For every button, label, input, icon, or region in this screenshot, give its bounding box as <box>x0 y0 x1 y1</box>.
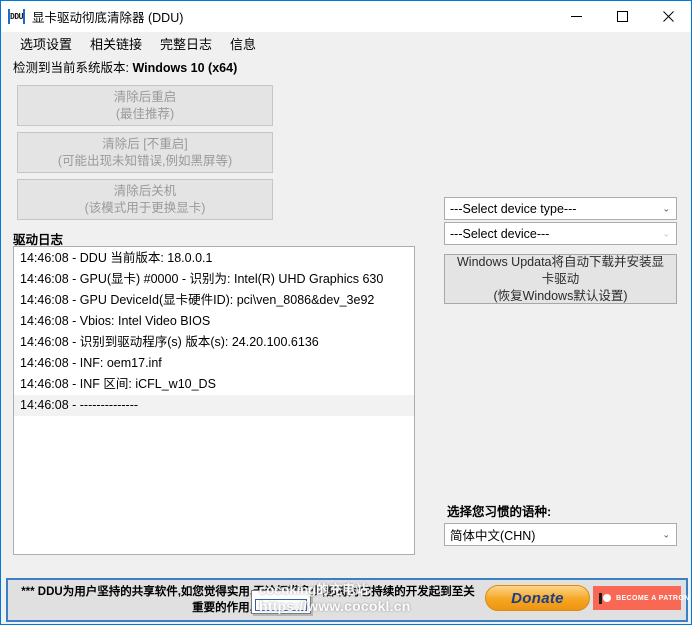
log-line: 14:46:08 - GPU DeviceId(显卡硬件ID): pci\ven… <box>20 293 375 307</box>
clean-and-restart-title: 清除后重启 <box>113 89 177 104</box>
menu-bar: 选项设置 相关链接 完整日志 信息 <box>1 32 691 54</box>
maximize-icon[interactable] <box>599 1 645 32</box>
clean-and-restart-subtitle: (最佳推荐) <box>115 106 175 121</box>
driver-log-box[interactable]: 14:46:08 - DDU 当前版本: 18.0.0.1 14:46:08 -… <box>13 246 415 555</box>
overlay-popup-box <box>251 590 311 614</box>
windows-update-line2: 卡驱动 <box>541 271 580 286</box>
close-icon[interactable] <box>645 1 691 32</box>
window-title: 显卡驱动彻底清除器 (DDU) <box>32 11 184 25</box>
language-select[interactable]: 简体中文(CHN) ⌄ <box>444 523 677 546</box>
chevron-down-icon: ⌄ <box>662 203 670 213</box>
clean-and-shutdown-button[interactable]: 清除后关机 (该模式用于更换显卡) <box>17 179 273 220</box>
clean-and-shutdown-subtitle: (该模式用于更换显卡) <box>84 200 206 215</box>
donate-button[interactable]: Donate <box>485 585 590 611</box>
clean-and-restart-button[interactable]: 清除后重启 (最佳推荐) <box>17 85 273 126</box>
menu-item-links[interactable]: 相关链接 <box>81 32 151 55</box>
chevron-down-icon: ⌄ <box>662 529 670 539</box>
system-version-label: 检测到当前系统版本: Windows 10 (x64) <box>13 57 237 76</box>
clean-no-restart-title: 清除后 [不重启] <box>102 136 188 151</box>
device-type-select[interactable]: ---Select device type--- ⌄ <box>444 197 677 220</box>
windows-update-line3: (恢复Windows默认设置) <box>493 288 628 303</box>
windows-update-line1: Windows Updata将自动下载并安装显 <box>457 254 664 269</box>
device-type-value: ---Select device type--- <box>450 201 577 216</box>
language-value: 简体中文(CHN) <box>450 529 536 543</box>
clean-and-shutdown-title: 清除后关机 <box>113 183 177 198</box>
ddu-window: DDU 显卡驱动彻底清除器 (DDU) 选项设置 相关链接 完整日志 信息 检测… <box>0 0 692 625</box>
chevron-down-icon: ⌄ <box>662 228 670 238</box>
window-controls <box>553 1 691 32</box>
windows-update-button[interactable]: Windows Updata将自动下载并安装显 卡驱动 (恢复Windows默认… <box>444 254 677 304</box>
system-version-prefix: 检测到当前系统版本: <box>13 61 133 75</box>
become-a-patron-label: BECOME A PATRON <box>616 594 690 602</box>
become-a-patron-button[interactable]: BECOME A PATRON <box>593 586 689 610</box>
log-line: 14:46:08 - 识别到驱动程序(s) 版本(s): 24.20.100.6… <box>20 335 319 349</box>
log-line: 14:46:08 - DDU 当前版本: 18.0.0.1 <box>20 251 213 265</box>
log-line-selected: 14:46:08 - -------------- <box>14 395 414 416</box>
log-line: 14:46:08 - INF: oem17.inf <box>20 356 162 370</box>
language-label: 选择您习惯的语种: <box>447 505 552 519</box>
donation-banner-text: *** DDU为用户坚持的共享软件,如您觉得实用,无论打赏多少,都将对它持续的开… <box>18 584 478 616</box>
clean-no-restart-button[interactable]: 清除后 [不重启] (可能出现未知错误,例如黑屏等) <box>17 132 273 173</box>
clean-no-restart-subtitle: (可能出现未知错误,例如黑屏等) <box>57 153 233 168</box>
donation-banner-line1: *** DDU为用户坚持的共享软件,如您觉得实用,无论打赏多少,都将对它持续的开… <box>21 586 475 598</box>
ddu-logo-icon: DDU <box>8 9 25 24</box>
log-line: 14:46:08 - GPU(显卡) #0000 - 识别为: Intel(R)… <box>20 272 384 286</box>
menu-item-options[interactable]: 选项设置 <box>11 32 81 55</box>
device-value: ---Select device--- <box>450 226 550 241</box>
menu-item-full-log[interactable]: 完整日志 <box>151 32 221 55</box>
patreon-logo-icon <box>599 592 611 604</box>
minimize-icon[interactable] <box>553 1 599 32</box>
title-bar: DDU 显卡驱动彻底清除器 (DDU) <box>1 1 691 32</box>
log-line: 14:46:08 - Vbios: Intel Video BIOS <box>20 314 211 328</box>
system-version-value: Windows 10 (x64) <box>132 61 238 75</box>
menu-item-info[interactable]: 信息 <box>221 32 265 55</box>
log-line: 14:46:08 - INF 区间: iCFL_w10_DS <box>20 377 216 391</box>
device-select[interactable]: ---Select device--- ⌄ <box>444 222 677 245</box>
